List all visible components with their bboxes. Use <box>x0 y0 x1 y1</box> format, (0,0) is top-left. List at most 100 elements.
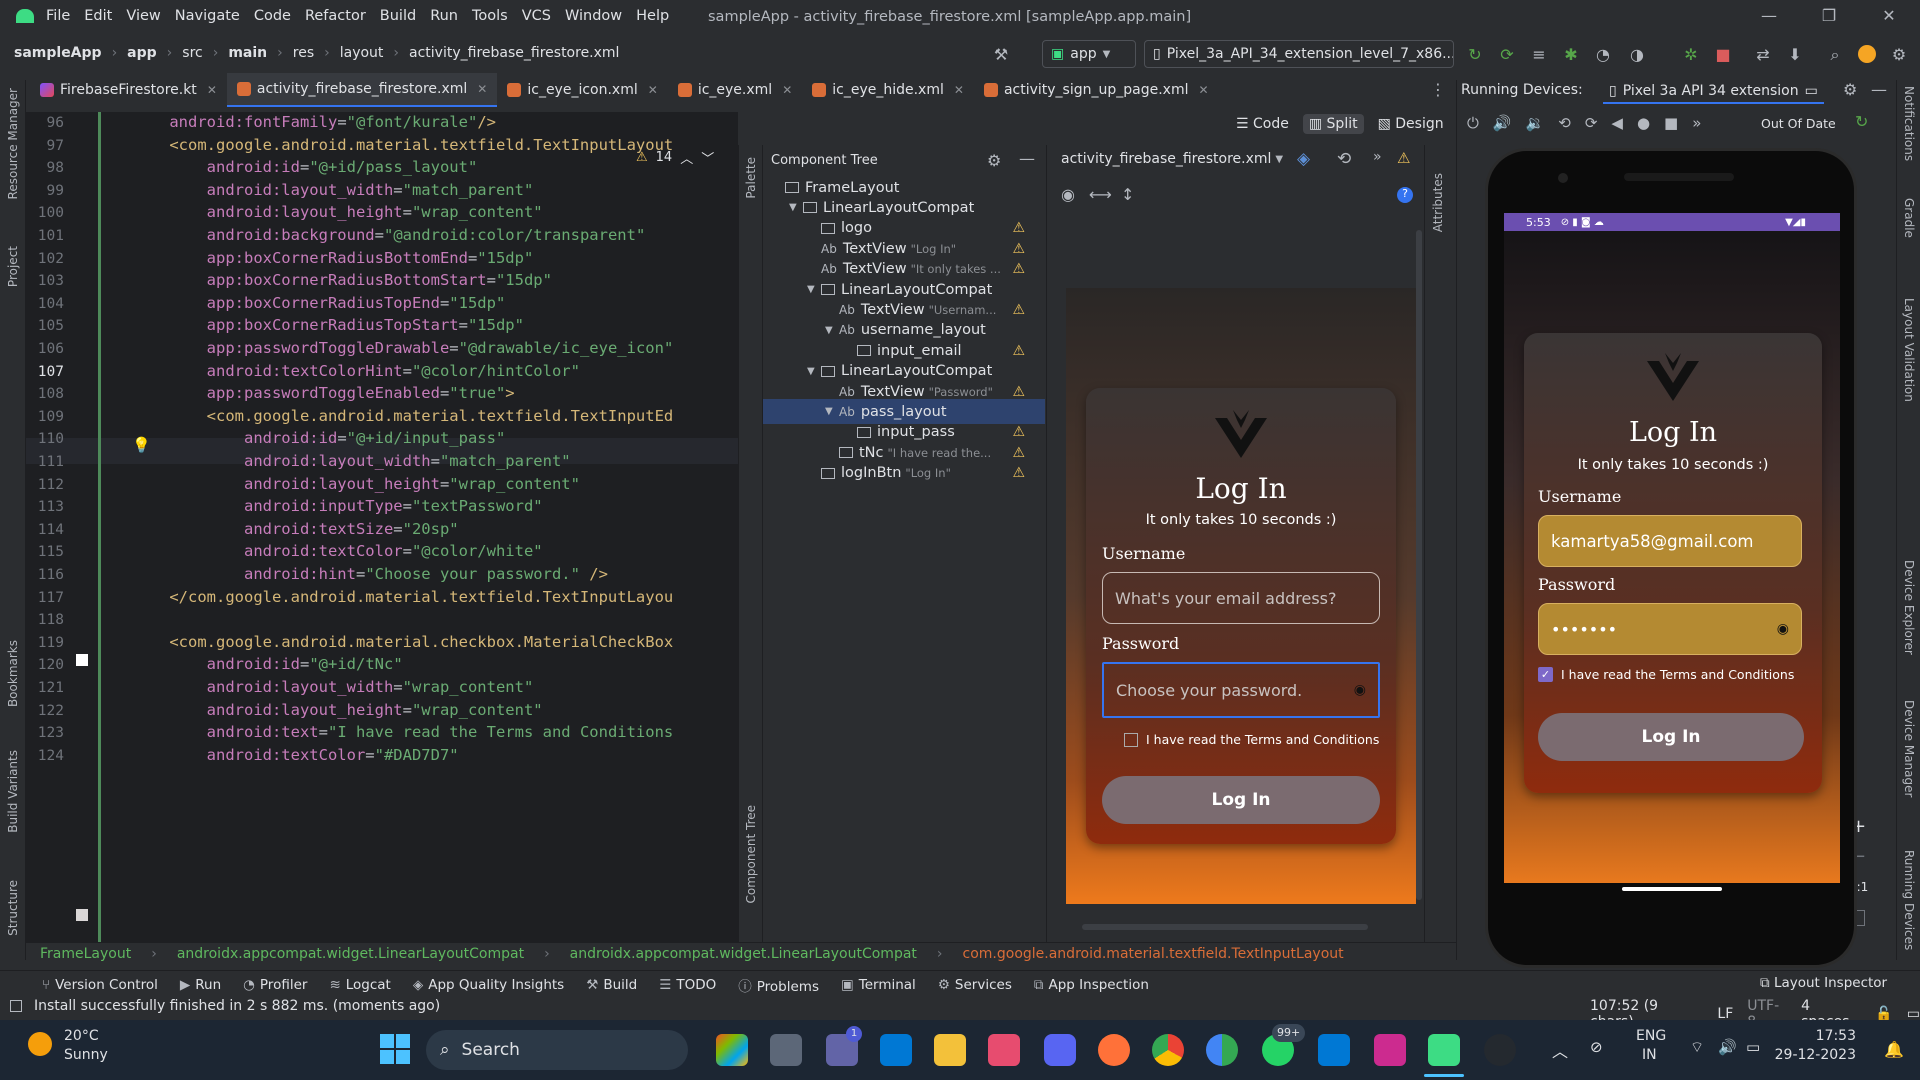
settings-icon[interactable]: ⚙ <box>1888 45 1910 64</box>
horizontal-constraint-icon[interactable]: ⟷ <box>1089 185 1112 204</box>
code-line[interactable]: android:fontFamily="@font/kurale"/> <box>132 113 738 131</box>
menu-file[interactable]: File <box>46 8 70 24</box>
code-line[interactable]: android:id="@+id/tNc" <box>132 655 738 673</box>
more-tabs-icon[interactable]: ⋮ <box>1430 80 1446 99</box>
task-view-icon[interactable] <box>770 1034 802 1066</box>
gear-icon[interactable]: ⚙ <box>1843 80 1857 99</box>
chevron-down-icon[interactable]: ▼ <box>825 406 839 417</box>
code-line[interactable]: android:id="@+id/pass_layout" <box>132 158 738 176</box>
firefox-icon[interactable] <box>1098 1034 1130 1066</box>
help-icon[interactable]: ? <box>1397 187 1413 203</box>
editor-tab[interactable]: ic_eye.xml ✕ <box>668 73 802 107</box>
warning-icon[interactable]: ⚠ <box>1012 220 1025 236</box>
code-line[interactable]: app:passwordToggleDrawable="@drawable/ic… <box>132 339 738 357</box>
breadcrumb-item[interactable]: activity_firebase_firestore.xml <box>409 45 619 61</box>
preview-scrollbar[interactable] <box>1416 230 1422 900</box>
code-line[interactable]: android:hint="Choose your password." /> <box>132 565 738 583</box>
emulator-password-field[interactable]: ••••••• ◉ <box>1538 603 1802 655</box>
palette-tab[interactable]: Palette <box>744 157 758 199</box>
code-line[interactable]: android:textColorHint="@color/hintColor" <box>132 362 738 380</box>
breadcrumb-item[interactable]: layout <box>340 45 384 61</box>
apply-changes-icon[interactable]: ⟳ <box>1496 45 1518 64</box>
chrome-icon[interactable] <box>1152 1034 1184 1066</box>
tool-run[interactable]: ▶ Run <box>180 977 221 993</box>
breadcrumb-item[interactable]: src <box>182 45 202 61</box>
emulator-username-field[interactable]: kamartya58@gmail.com <box>1538 515 1802 567</box>
xml-path-item[interactable]: androidx.appcompat.widget.LinearLayoutCo… <box>177 946 524 962</box>
code-line[interactable]: android:text="I have read the Terms and … <box>132 723 738 741</box>
warning-icon[interactable]: ⚠ <box>1012 445 1025 461</box>
close-tab-icon[interactable]: ✕ <box>207 83 217 97</box>
close-tab-icon[interactable]: ✕ <box>782 83 792 97</box>
code-line[interactable]: android:id="@+id/input_pass" <box>132 429 738 447</box>
gesture-nav-bar[interactable] <box>1622 887 1722 891</box>
editor-tab[interactable]: ic_eye_icon.xml ✕ <box>497 73 667 107</box>
sdk-manager-icon[interactable]: ⬇ <box>1784 45 1806 64</box>
profile-icon[interactable]: ◔ <box>1592 45 1614 64</box>
minimize-panel-icon[interactable]: — <box>1871 80 1887 99</box>
code-line[interactable]: android:textSize="20sp" <box>132 520 738 538</box>
attributes-tab[interactable]: Attributes <box>1431 173 1445 232</box>
preview-terms-checkbox[interactable]: I have read the Terms and Conditions <box>1124 732 1379 747</box>
chevron-down-icon[interactable]: ▼ <box>807 284 821 295</box>
chevron-up-icon[interactable]: ︿ <box>1552 1038 1568 1062</box>
search-icon[interactable]: ⌕ <box>1824 45 1846 65</box>
editor-tab[interactable]: ic_eye_hide.xml ✕ <box>802 73 974 107</box>
run-config-select[interactable]: ▣ app ▼ <box>1042 40 1136 68</box>
bookmarks-tab[interactable]: Bookmarks <box>6 640 20 707</box>
overview-icon[interactable]: ■ <box>1664 114 1678 132</box>
panel-toggle-icon[interactable] <box>10 1000 22 1012</box>
editor-tab[interactable]: FirebaseFirestore.kt ✕ <box>30 73 227 107</box>
attach-debugger-icon[interactable]: ✲ <box>1680 45 1702 64</box>
preview-username-field[interactable]: What's your email address? <box>1102 572 1380 624</box>
volume-icon[interactable]: 🔊 <box>1718 1038 1737 1056</box>
structure-tab[interactable]: Structure <box>6 880 20 936</box>
rotate-left-icon[interactable]: ⟲ <box>1558 114 1571 132</box>
menu-run[interactable]: Run <box>430 8 458 24</box>
project-tab[interactable]: Project <box>6 246 20 287</box>
restore-icon[interactable]: ❐ <box>1818 6 1840 28</box>
component-tree-tab[interactable]: Component Tree <box>744 805 758 903</box>
close-icon[interactable]: ▭ <box>1805 83 1818 99</box>
menu-tools[interactable]: Tools <box>472 8 508 24</box>
code-line[interactable]: app:boxCornerRadiusBottomEnd="15dp" <box>132 249 738 267</box>
rerun-icon[interactable]: ↻ <box>1464 45 1486 64</box>
volume-up-icon[interactable]: 🔊 <box>1493 114 1512 132</box>
notification-bell-icon[interactable]: 🔔 <box>1884 1040 1904 1059</box>
clock-time[interactable]: 17:53 <box>1800 1028 1856 1044</box>
tool-terminal[interactable]: ▣ Terminal <box>841 977 916 993</box>
taskbar-search[interactable]: ⌕ Search <box>426 1030 688 1070</box>
chevron-down-icon[interactable]: ▼ <box>825 325 839 336</box>
tool-logcat[interactable]: ≋ Logcat <box>329 977 390 993</box>
network-off-icon[interactable]: ⊘ <box>1590 1038 1603 1056</box>
design-blueprint-icon[interactable]: ◈ <box>1297 149 1310 169</box>
code-line[interactable]: </com.google.android.material.textfield.… <box>132 588 738 606</box>
wifi-icon[interactable]: ⌔ <box>1690 1038 1704 1057</box>
tool-services[interactable]: ⚙ Services <box>938 977 1012 993</box>
menu-window[interactable]: Window <box>565 8 622 24</box>
battery-icon[interactable]: ▭ <box>1746 1038 1760 1056</box>
split-view-button[interactable]: ▥ Split <box>1302 114 1364 134</box>
warning-icon[interactable]: ⚠ <box>1012 241 1025 257</box>
warning-icon[interactable]: ⚠ <box>1397 149 1410 167</box>
device-explorer-tab[interactable]: Device Explorer <box>1902 560 1916 655</box>
windows-start-icon[interactable] <box>380 1034 410 1064</box>
more-actions-icon[interactable]: » <box>1373 149 1382 165</box>
tool-build[interactable]: ⚒ Build <box>586 977 637 993</box>
breadcrumb-item[interactable]: sampleApp <box>14 45 102 61</box>
eye-icon[interactable]: ◉ <box>1777 621 1789 637</box>
clock-date[interactable]: 29-12-2023 <box>1774 1047 1856 1063</box>
menu-refactor[interactable]: Refactor <box>305 8 366 24</box>
home-icon[interactable]: ● <box>1637 114 1650 132</box>
emulator-screen[interactable]: Log In It only takes 10 seconds :) Usern… <box>1504 213 1840 891</box>
volume-down-icon[interactable]: 🔉 <box>1526 114 1545 132</box>
code-line[interactable]: android:layout_width="match_parent" <box>132 181 738 199</box>
menu-help[interactable]: Help <box>636 8 669 24</box>
warning-icon[interactable]: ⚠ <box>1012 424 1025 440</box>
tool-todo[interactable]: ☰ TODO <box>659 977 716 993</box>
menu-navigate[interactable]: Navigate <box>175 8 240 24</box>
warning-icon[interactable]: ⚠ <box>1012 343 1025 359</box>
code-line[interactable]: android:textColor="#DAD7D7" <box>132 746 738 764</box>
refresh-icon[interactable]: ↻ <box>1855 112 1868 131</box>
close-tab-icon[interactable]: ✕ <box>954 83 964 97</box>
